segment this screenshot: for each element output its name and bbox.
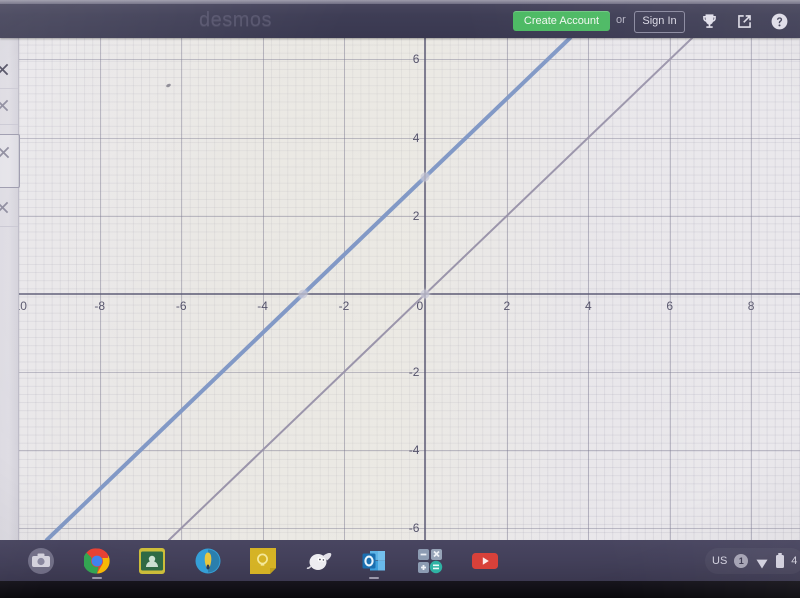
delete-expression-icon[interactable] bbox=[0, 97, 11, 114]
tray-locale-label: US bbox=[712, 555, 728, 567]
system-tray[interactable]: US 1 4 bbox=[705, 548, 800, 574]
header-highlight-strip bbox=[0, 0, 800, 4]
chromeos-shelf[interactable] bbox=[0, 540, 800, 581]
tray-notification-count[interactable]: 1 bbox=[734, 554, 749, 568]
x-tick-label: -8 bbox=[94, 298, 106, 313]
intercept-point bbox=[298, 289, 308, 299]
expression-row[interactable] bbox=[0, 134, 20, 188]
keep-app-icon[interactable] bbox=[250, 548, 276, 574]
y-tick-label: 6 bbox=[412, 52, 420, 67]
app-running-indicator bbox=[369, 577, 379, 579]
share-icon[interactable] bbox=[735, 12, 754, 31]
classroom-app-icon[interactable] bbox=[139, 548, 165, 574]
delete-expression-icon[interactable] bbox=[0, 61, 11, 78]
trophy-icon[interactable] bbox=[700, 12, 719, 31]
tray-clock[interactable]: 4 bbox=[791, 555, 797, 567]
y-tick-label: -2 bbox=[408, 365, 420, 380]
camera-app-icon[interactable] bbox=[28, 548, 54, 574]
y-tick-label: -4 bbox=[408, 443, 420, 458]
intercept-point bbox=[420, 289, 430, 299]
expression-list-sidebar[interactable] bbox=[0, 38, 20, 540]
x-tick-label: 6 bbox=[666, 298, 674, 313]
x-tick-label: 4 bbox=[584, 298, 592, 313]
x-tick-label: 0 bbox=[416, 298, 424, 313]
x-tick-label: -2 bbox=[338, 298, 350, 313]
outlook-app-icon[interactable] bbox=[361, 548, 387, 579]
drawing-app-icon[interactable] bbox=[195, 548, 221, 574]
wifi-icon[interactable] bbox=[755, 556, 769, 568]
x-tick-label: 2 bbox=[503, 298, 511, 313]
or-separator-label: or bbox=[616, 14, 626, 26]
chrome-app-icon[interactable] bbox=[82, 548, 110, 579]
y-tick-label: 2 bbox=[412, 208, 420, 223]
mascot-app-icon[interactable] bbox=[306, 548, 332, 574]
screenshot-root: -10-8-6-4-202468642-2-4-6 desmos Create … bbox=[0, 0, 800, 598]
battery-icon[interactable] bbox=[776, 552, 785, 568]
sign-in-button[interactable]: Sign In bbox=[634, 11, 685, 33]
desmos-header-bar: desmos Create Account or Sign In bbox=[0, 0, 800, 38]
x-tick-label: 8 bbox=[747, 298, 755, 313]
plot-line[interactable] bbox=[167, 38, 694, 540]
expression-row[interactable] bbox=[0, 190, 18, 227]
app-running-indicator bbox=[91, 577, 102, 579]
shelf-bezel bbox=[0, 581, 800, 598]
intercept-point bbox=[420, 172, 430, 182]
expression-row[interactable] bbox=[0, 52, 18, 89]
help-icon[interactable] bbox=[770, 12, 789, 31]
youtube-app-icon[interactable] bbox=[472, 548, 498, 574]
plot-curves bbox=[44, 38, 694, 540]
plot-line[interactable] bbox=[44, 38, 572, 540]
x-tick-label: -4 bbox=[257, 298, 268, 313]
create-account-button[interactable]: Create Account bbox=[513, 11, 610, 31]
y-tick-label: -6 bbox=[408, 521, 420, 536]
x-axis bbox=[0, 292, 800, 295]
desmos-logo: desmos bbox=[199, 9, 273, 31]
calculator-app-icon[interactable] bbox=[417, 548, 443, 574]
expression-row[interactable] bbox=[0, 88, 18, 125]
graph-canvas[interactable]: -10-8-6-4-202468642-2-4-6 bbox=[0, 38, 800, 540]
delete-expression-icon[interactable] bbox=[0, 199, 11, 216]
x-tick-label: -6 bbox=[175, 298, 187, 313]
y-tick-label: 4 bbox=[412, 130, 420, 145]
delete-expression-icon[interactable] bbox=[0, 144, 12, 161]
